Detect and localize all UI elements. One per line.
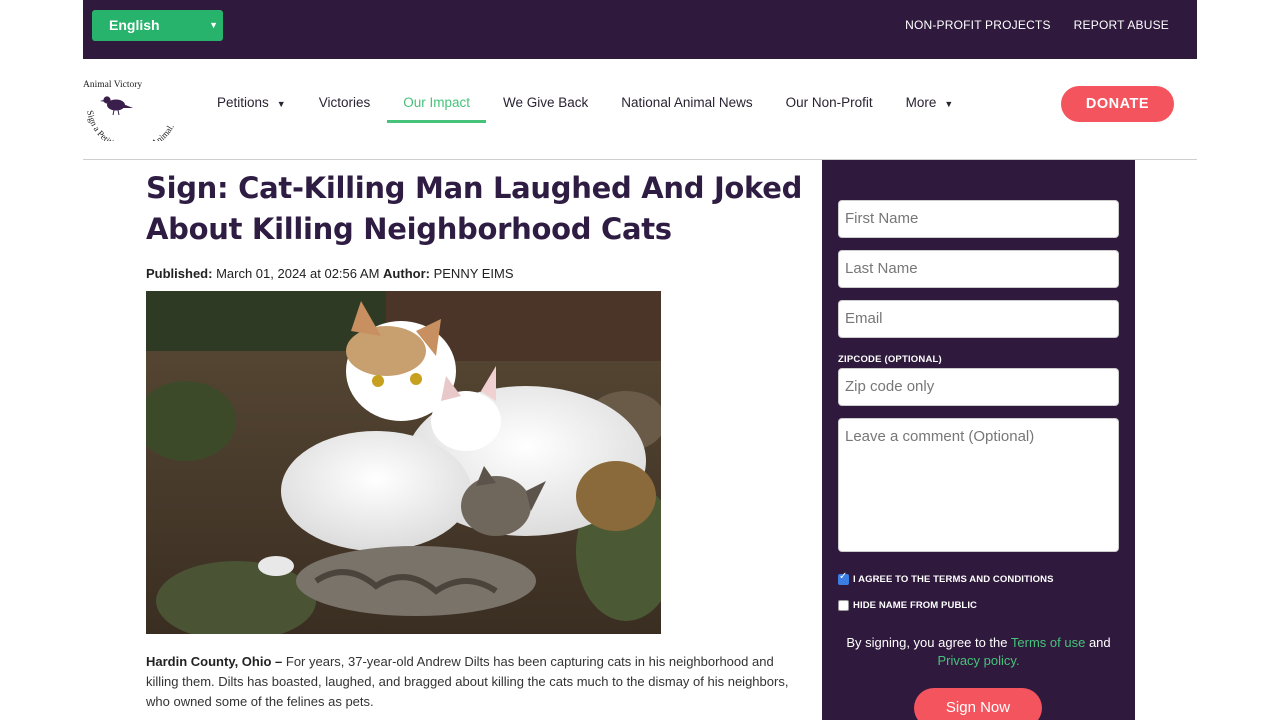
- published-label: Published:: [146, 266, 213, 281]
- last-name-field[interactable]: Last Name: [838, 250, 1119, 288]
- nav-national-animal-news[interactable]: National Animal News: [621, 95, 752, 110]
- article: Sign: Cat-Killing Man Laughed And Joked …: [146, 168, 806, 709]
- page-gutter-left: [0, 0, 83, 720]
- non-profit-projects-link[interactable]: NON-PROFIT PROJECTS: [905, 18, 1051, 32]
- nav-our-impact[interactable]: Our Impact: [387, 95, 486, 123]
- primary-nav: Petitions ▼ Victories Our Impact We Give …: [217, 95, 986, 123]
- nav-more-label: More: [905, 95, 937, 110]
- agree-terms-label: I AGREE TO THE TERMS AND CONDITIONS: [853, 574, 1054, 585]
- chevron-down-icon: ▼: [276, 99, 286, 109]
- hide-name-row: HIDE NAME FROM PUBLIC: [838, 600, 977, 611]
- article-photo-cats: [146, 291, 661, 634]
- consent-prefix: By signing, you agree to the: [846, 635, 1008, 650]
- donate-button[interactable]: DONATE: [1061, 86, 1174, 122]
- nav-petitions-label: Petitions: [217, 95, 269, 110]
- logo-tagline: Sign a Petition. Save an Animal.: [85, 109, 176, 141]
- article-meta: Published: March 01, 2024 at 02:56 AM Au…: [146, 266, 806, 281]
- nav-we-give-back[interactable]: We Give Back: [503, 95, 588, 110]
- terms-of-use-link[interactable]: Terms of use: [1011, 635, 1085, 650]
- first-name-field[interactable]: First Name: [838, 200, 1119, 238]
- consent-text: By signing, you agree to the Terms of us…: [822, 634, 1135, 670]
- author-name: PENNY EIMS: [433, 266, 514, 281]
- language-select[interactable]: English ▼: [92, 10, 223, 41]
- top-links: NON-PROFIT PROJECTS REPORT ABUSE: [905, 18, 1169, 32]
- author-label: Author:: [383, 266, 430, 281]
- privacy-policy-link[interactable]: Privacy policy.: [937, 653, 1019, 668]
- hide-name-label: HIDE NAME FROM PUBLIC: [853, 600, 978, 611]
- sign-now-button[interactable]: Sign Now: [914, 688, 1042, 720]
- article-dateline: Hardin County, Ohio –: [146, 654, 283, 669]
- published-date: March 01, 2024 at 02:56 AM: [216, 266, 380, 281]
- website: English ▼ NON-PROFIT PROJECTS REPORT ABU…: [83, 0, 1197, 720]
- petition-sign-form: First Name Last Name Email ZIPCODE (OPTI…: [822, 160, 1135, 720]
- nav-petitions[interactable]: Petitions ▼: [217, 95, 286, 110]
- email-field[interactable]: Email: [838, 300, 1119, 338]
- article-body: Hardin County, Ohio – For years, 37-year…: [146, 652, 806, 712]
- page-gutter-right: [1197, 0, 1280, 720]
- nav-victories[interactable]: Victories: [319, 95, 371, 110]
- consent-and: and: [1088, 635, 1111, 650]
- language-value: English: [109, 17, 160, 33]
- report-abuse-link[interactable]: REPORT ABUSE: [1074, 18, 1169, 32]
- article-title: Sign: Cat-Killing Man Laughed And Joked …: [146, 171, 803, 246]
- agree-terms-row: I AGREE TO THE TERMS AND CONDITIONS: [838, 571, 1054, 585]
- hide-name-checkbox[interactable]: [838, 600, 849, 611]
- chevron-down-icon: ▼: [209, 20, 218, 30]
- site-logo[interactable]: Animal Victory Sign a Petition. Save an …: [83, 75, 183, 153]
- top-utility-bar: English ▼ NON-PROFIT PROJECTS REPORT ABU…: [83, 0, 1197, 59]
- agree-terms-checkbox[interactable]: [838, 571, 849, 585]
- zip-field[interactable]: Zip code only: [838, 368, 1119, 406]
- nav-our-non-profit[interactable]: Our Non-Profit: [786, 95, 873, 110]
- zip-label: ZIPCODE (OPTIONAL): [838, 354, 942, 365]
- chevron-down-icon: ▼: [944, 99, 954, 109]
- main-navbar: Animal Victory Sign a Petition. Save an …: [83, 59, 1197, 160]
- nav-more[interactable]: More ▼: [906, 95, 954, 110]
- bird-icon: [100, 96, 133, 116]
- comment-textarea[interactable]: Leave a comment (Optional): [838, 418, 1119, 552]
- logo-wordmark: Animal Victory: [83, 80, 142, 90]
